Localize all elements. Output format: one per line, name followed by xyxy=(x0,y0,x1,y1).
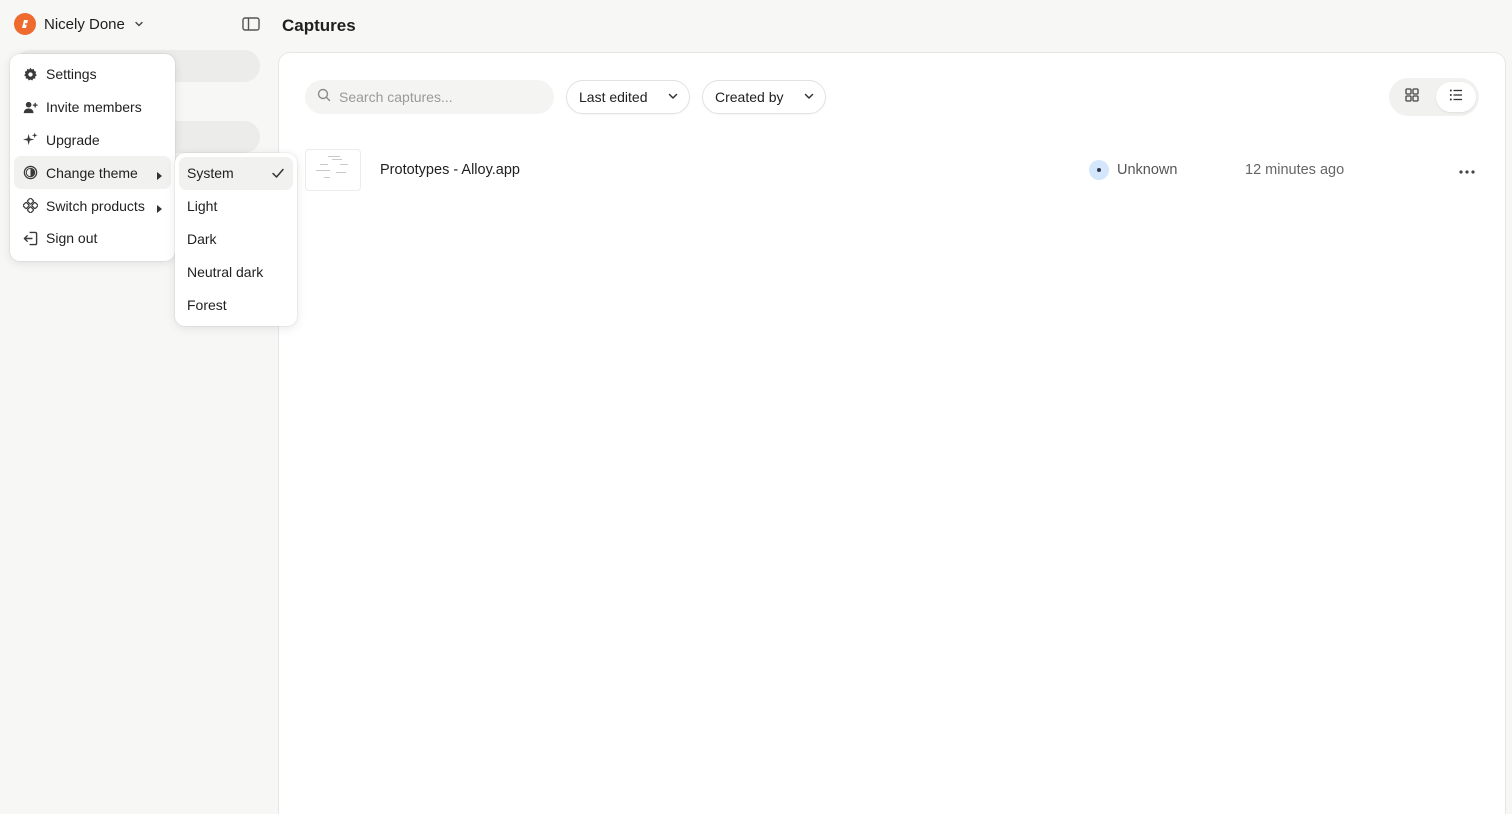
theme-option-label: Neutral dark xyxy=(187,263,264,280)
chevron-down-icon xyxy=(133,18,145,30)
view-toggle xyxy=(1389,78,1479,116)
capture-thumbnail xyxy=(305,149,361,191)
list-view-button[interactable] xyxy=(1436,82,1476,112)
avatar xyxy=(1089,160,1109,180)
theme-option-label: Light xyxy=(187,198,218,215)
theme-option-forest[interactable]: Forest xyxy=(179,288,293,321)
captures-panel: Last edited Created by xyxy=(278,52,1506,814)
chevron-down-icon xyxy=(667,89,679,105)
menu-item-change-theme[interactable]: Change theme xyxy=(14,156,171,190)
theme-submenu: System Light Dark Neutral dark Forest xyxy=(175,153,297,326)
search-icon xyxy=(317,88,331,107)
menu-item-settings[interactable]: Settings xyxy=(14,58,171,91)
search-input[interactable] xyxy=(339,89,554,105)
capture-owner: Unknown xyxy=(1089,160,1177,180)
menu-item-sign-out[interactable]: Sign out xyxy=(14,222,171,255)
menu-item-upgrade[interactable]: Upgrade xyxy=(14,124,171,157)
theme-option-neutral-dark[interactable]: Neutral dark xyxy=(179,255,293,288)
created-by-dropdown-label: Created by xyxy=(715,89,784,105)
theme-option-system[interactable]: System xyxy=(179,157,293,190)
caret-right-icon xyxy=(156,201,163,217)
capture-title[interactable]: Prototypes - Alloy.app xyxy=(380,162,520,178)
sort-dropdown[interactable]: Last edited xyxy=(566,80,690,114)
grid-icon xyxy=(1405,87,1419,107)
sidebar-toggle-icon[interactable] xyxy=(240,14,262,34)
workspace-logo-icon xyxy=(14,13,36,35)
list-icon xyxy=(1449,88,1463,107)
owner-name: Unknown xyxy=(1117,162,1178,178)
gear-icon xyxy=(22,66,38,82)
sort-dropdown-label: Last edited xyxy=(579,89,648,105)
capture-edited-time: 12 minutes ago xyxy=(1245,162,1345,178)
workspace-name: Nicely Done xyxy=(44,15,125,33)
menu-item-label: Sign out xyxy=(46,230,98,247)
page-title: Captures xyxy=(282,16,356,35)
menu-item-switch-products[interactable]: Switch products xyxy=(14,189,171,222)
more-horizontal-icon xyxy=(1459,161,1475,179)
more-options-button[interactable] xyxy=(1455,160,1479,180)
theme-option-dark[interactable]: Dark xyxy=(179,223,293,256)
sparkle-icon xyxy=(22,132,38,148)
user-plus-icon xyxy=(22,99,38,115)
menu-item-label: Switch products xyxy=(46,197,145,214)
check-icon xyxy=(271,166,285,183)
theme-option-light[interactable]: Light xyxy=(179,190,293,223)
menu-item-label: Change theme xyxy=(46,164,138,181)
theme-option-label: Dark xyxy=(187,230,217,247)
products-icon xyxy=(22,198,38,214)
search-box[interactable] xyxy=(305,80,554,114)
menu-item-label: Settings xyxy=(46,66,97,83)
theme-icon xyxy=(22,165,38,181)
capture-row[interactable]: Prototypes - Alloy.app Unknown 12 minute… xyxy=(305,149,1481,191)
account-menu: Settings Invite members Upgrade Change t… xyxy=(10,54,175,261)
menu-item-label: Invite members xyxy=(46,99,142,116)
caret-right-icon xyxy=(156,168,163,184)
workspace-switcher[interactable]: Nicely Done xyxy=(14,10,145,38)
chevron-down-icon xyxy=(803,89,815,105)
sign-out-icon xyxy=(22,230,38,246)
menu-item-label: Upgrade xyxy=(46,131,100,148)
theme-option-label: System xyxy=(187,165,234,182)
created-by-dropdown[interactable]: Created by xyxy=(702,80,826,114)
menu-item-invite-members[interactable]: Invite members xyxy=(14,91,171,124)
grid-view-button[interactable] xyxy=(1392,82,1432,112)
theme-option-label: Forest xyxy=(187,296,227,313)
